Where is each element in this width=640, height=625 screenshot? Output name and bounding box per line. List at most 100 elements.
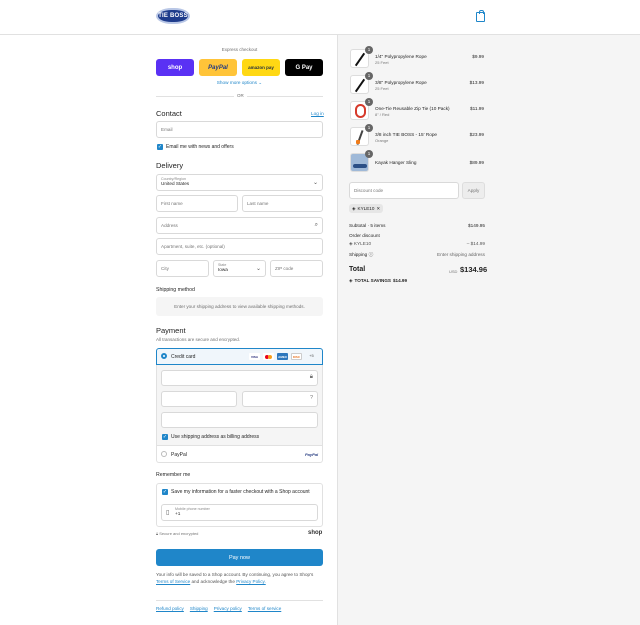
shipping-row: Shipping ⓘ Enter shipping address (349, 252, 485, 257)
header: TIE BOSS (0, 0, 640, 35)
remember-me-heading: Remember me (156, 472, 191, 478)
lock-icon: 🔒︎ (156, 531, 159, 536)
delivery-heading: Delivery (156, 161, 184, 170)
credit-card-label: Credit card (171, 354, 196, 360)
footer-links: Refund policy Shipping Privacy policy Te… (156, 606, 287, 611)
login-link[interactable]: Log in (311, 111, 324, 116)
shop-pay-button[interactable]: shop (156, 59, 194, 76)
tie-boss-logo[interactable]: TIE BOSS (156, 8, 190, 24)
save-info-label: Save my information for a faster checkou… (171, 489, 310, 495)
total-label: Total (349, 266, 366, 273)
product-variant: 8" / Red (375, 112, 390, 117)
shipping-link[interactable]: Shipping (190, 606, 208, 611)
credit-card-radio[interactable] (161, 353, 167, 359)
product-title: 1/4" Polypropylene Rope (375, 54, 427, 59)
name-on-card-field[interactable] (161, 412, 318, 428)
mastercard-icon (263, 353, 274, 360)
apartment-field[interactable]: Apartment, suite, etc. (optional) (156, 238, 323, 255)
terms-link[interactable]: Terms of Service (156, 579, 190, 584)
product-price: $11.99 (470, 106, 484, 111)
tag-icon: ◈ (349, 278, 353, 283)
terms-of-service-link[interactable]: Terms of service (248, 606, 281, 611)
quantity-badge: 1 (365, 98, 373, 106)
paypal-button[interactable]: PayPal (199, 59, 237, 76)
order-summary (337, 35, 640, 625)
discount-tag: ◈ KYLE10 ✕ (349, 204, 384, 213)
amex-icon: AMEX (277, 353, 288, 360)
last-name-field[interactable]: Last name (242, 195, 323, 212)
card-number-field[interactable]: 🔒︎ (161, 370, 318, 386)
footer-divider (156, 600, 323, 601)
payment-heading: Payment (156, 326, 186, 335)
phone-field[interactable]: ▯ Mobile phone number +1 (161, 504, 318, 521)
save-info-checkbox[interactable]: ✓ (162, 489, 168, 495)
discover-icon: DISC (291, 353, 302, 360)
legal-text: Your info will be saved to a Shop accoun… (156, 572, 314, 584)
show-more-options-link[interactable]: Show more options ⌄ (156, 80, 323, 86)
email-field[interactable]: Email (156, 121, 323, 138)
shop-logo: shop (308, 530, 323, 536)
news-label: Email me with news and offers (166, 144, 234, 150)
google-pay-button[interactable]: G Pay (285, 59, 323, 76)
close-icon[interactable]: ✕ (376, 206, 380, 212)
paypal-radio[interactable] (161, 451, 167, 457)
shopping-bag-icon[interactable] (476, 10, 485, 22)
lock-icon: 🔒︎ (309, 374, 313, 380)
city-field[interactable]: City (156, 260, 209, 277)
mobile-phone-icon: ▯ (166, 510, 170, 516)
privacy-link[interactable]: Privacy Policy. (236, 579, 266, 584)
product-variant: 25 Feet (375, 86, 389, 91)
address-field[interactable]: Address ⌕ (156, 217, 323, 234)
express-checkout-label: Express checkout (221, 47, 258, 52)
visa-icon: VISA (249, 353, 260, 360)
security-code-field[interactable]: ? (242, 391, 318, 407)
news-checkbox[interactable]: ✓ (157, 144, 163, 150)
chevron-down-icon: ⌄ (312, 180, 318, 186)
amazon-pay-button[interactable]: amazon pay (242, 59, 280, 76)
product-title: Kayak Hanger Sling (375, 160, 417, 165)
more-cards-badge: +5 (309, 353, 314, 358)
search-icon: ⌕ (314, 222, 318, 228)
quantity-badge: 1 (365, 150, 373, 158)
apply-button[interactable]: Apply (462, 182, 485, 199)
product-price: $89.99 (469, 160, 484, 165)
country-select[interactable]: Country/Region United States ⌄ (156, 174, 323, 191)
total-value: $134.96 (460, 265, 488, 274)
product-price: $9.99 (472, 54, 484, 59)
subtotal-row: Subtotal · 5 items $149.95 (349, 223, 485, 228)
product-variant: 25 Feet (375, 60, 389, 65)
refund-policy-link[interactable]: Refund policy (156, 606, 184, 611)
product-variant: Orange (375, 138, 389, 143)
currency-label: USD (449, 269, 458, 274)
payment-subtitle: All transactions are secure and encrypte… (156, 337, 241, 342)
product-price: $13.99 (469, 80, 484, 85)
quantity-badge: 1 (365, 46, 373, 54)
product-title: One-Tie Reusable Zip Tie (10 Pack) (375, 106, 450, 111)
product-title: 3/8 inch TIE BOSS - 15' Rope (375, 132, 438, 137)
privacy-policy-link[interactable]: Privacy policy (214, 606, 242, 611)
billing-checkbox[interactable]: ✓ (162, 434, 168, 440)
discount-code-field[interactable]: Discount code (349, 182, 459, 199)
expiration-field[interactable] (161, 391, 237, 407)
chevron-down-icon: ⌄ (258, 80, 263, 85)
tag-icon: ◈ (349, 241, 353, 246)
first-name-field[interactable]: First name (156, 195, 238, 212)
zip-field[interactable]: ZIP code (270, 260, 323, 277)
quantity-badge: 1 (365, 124, 373, 132)
quantity-badge: 1 (365, 72, 373, 80)
secure-note: 🔒︎ Secure and encrypted (156, 531, 199, 536)
help-icon: ⓘ (368, 252, 374, 257)
product-price: $23.99 (469, 132, 484, 137)
pay-now-button[interactable]: Pay now (156, 549, 323, 566)
chevron-down-icon: ⌄ (255, 266, 261, 272)
paypal-logo: PayPal (305, 452, 319, 457)
tag-icon: ◈ (352, 205, 356, 211)
billing-label: Use shipping address as billing address (171, 434, 260, 440)
shipping-method-heading: Shipping method (156, 287, 195, 293)
paypal-label: PayPal (171, 452, 187, 458)
order-discount-row: Order discount (349, 233, 380, 238)
state-select[interactable]: State Iowa ⌄ (213, 260, 266, 277)
product-title: 3/8" Polypropylene Rope (375, 80, 427, 85)
or-label: OR (234, 93, 247, 98)
total-savings: ◈ TOTAL SAVINGS $14.99 (349, 278, 408, 283)
